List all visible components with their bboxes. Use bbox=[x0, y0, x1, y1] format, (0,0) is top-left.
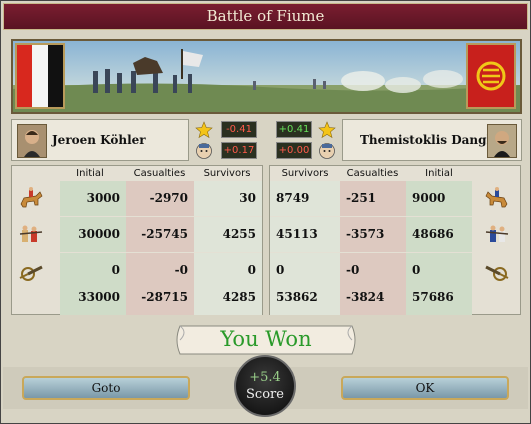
cavalry-icon bbox=[18, 186, 44, 212]
score-label: Score bbox=[246, 387, 284, 402]
right-commander-portrait[interactable] bbox=[487, 124, 517, 158]
table-row: 30000 -25745 4255 bbox=[12, 217, 262, 252]
header-survivors: Survivors bbox=[203, 168, 251, 179]
score-value: +5.4 bbox=[249, 370, 281, 385]
right-morale-modifier: +0.00 bbox=[276, 142, 312, 159]
left-infantry-survivors: 4255 bbox=[194, 217, 262, 252]
window-title: Battle of Fiume bbox=[3, 3, 528, 30]
right-total-survivors: 53862 bbox=[270, 280, 340, 315]
right-army-table: Survivors Casualties Initial 8749 -251 9… bbox=[269, 165, 521, 315]
header-casualties: Casualties bbox=[133, 168, 186, 179]
left-infantry-initial: 30000 bbox=[60, 217, 126, 252]
left-cavalry-survivors: 30 bbox=[194, 181, 262, 216]
right-cavalry-initial: 9000 bbox=[406, 181, 472, 216]
goto-button[interactable]: Goto bbox=[22, 376, 190, 400]
header-survivors: Survivors bbox=[281, 168, 329, 179]
morale-face-icon bbox=[318, 142, 336, 160]
right-commander-panel: Themistoklis Danglis bbox=[342, 119, 522, 161]
left-commander-portrait[interactable] bbox=[17, 124, 47, 158]
left-infantry-casualties: -25745 bbox=[126, 217, 194, 252]
left-commander-panel: Jeroen Köhler bbox=[11, 119, 189, 161]
left-morale-modifier: +0.17 bbox=[221, 142, 257, 159]
battle-painting bbox=[11, 39, 522, 114]
left-total-survivors: 4285 bbox=[194, 280, 262, 315]
left-army-table: Initial Casualties Survivors 3000 -2970 … bbox=[11, 165, 263, 315]
star-icon bbox=[195, 121, 213, 139]
right-commander-name: Themistoklis Danglis bbox=[360, 133, 503, 147]
infantry-icon bbox=[18, 222, 44, 248]
table-row: 8749 -251 9000 bbox=[270, 181, 520, 216]
score-badge: +5.4 Score bbox=[234, 355, 296, 417]
table-total-row: 53862 -3824 57686 bbox=[270, 280, 520, 315]
infantry-icon bbox=[484, 222, 510, 248]
left-modifiers: -0.41 +0.17 bbox=[193, 119, 259, 161]
right-infantry-casualties: -3573 bbox=[340, 217, 406, 252]
right-modifiers: +0.41 +0.00 bbox=[274, 119, 340, 161]
header-initial: Initial bbox=[425, 168, 453, 179]
left-nation-flag bbox=[15, 43, 65, 109]
left-commander-name: Jeroen Köhler bbox=[52, 133, 146, 147]
morale-face-icon bbox=[195, 142, 213, 160]
left-cavalry-casualties: -2970 bbox=[126, 181, 194, 216]
table-row: 3000 -2970 30 bbox=[12, 181, 262, 216]
battle-result-window: Battle of Fiume Jeroen Köhler -0.41 +0.1… bbox=[0, 0, 531, 424]
header-initial: Initial bbox=[76, 168, 104, 179]
left-total-initial: 33000 bbox=[60, 280, 126, 315]
table-total-row: 33000 -28715 4285 bbox=[12, 280, 262, 315]
right-total-initial: 57686 bbox=[406, 280, 472, 315]
right-cavalry-casualties: -251 bbox=[340, 181, 406, 216]
right-infantry-initial: 48686 bbox=[406, 217, 472, 252]
header-casualties: Casualties bbox=[346, 168, 399, 179]
right-skill-modifier: +0.41 bbox=[276, 121, 312, 138]
right-cavalry-survivors: 8749 bbox=[270, 181, 340, 216]
result-text: You Won bbox=[220, 327, 312, 351]
left-cavalry-initial: 3000 bbox=[60, 181, 126, 216]
ok-button[interactable]: OK bbox=[341, 376, 509, 400]
right-total-casualties: -3824 bbox=[340, 280, 406, 315]
right-nation-flag bbox=[466, 43, 516, 109]
left-skill-modifier: -0.41 bbox=[221, 121, 257, 138]
table-row: 45113 -3573 48686 bbox=[270, 217, 520, 252]
right-infantry-survivors: 45113 bbox=[270, 217, 340, 252]
cavalry-icon bbox=[484, 186, 510, 212]
left-total-casualties: -28715 bbox=[126, 280, 194, 315]
star-icon bbox=[318, 121, 336, 139]
